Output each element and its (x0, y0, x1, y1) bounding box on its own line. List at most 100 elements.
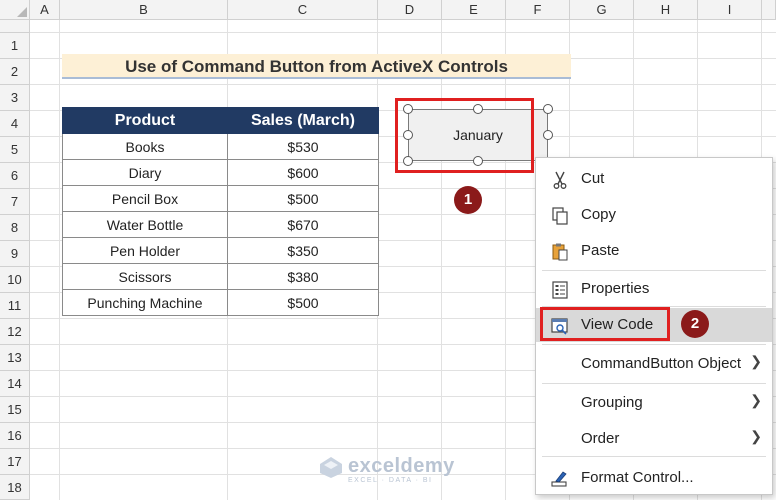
table-header-row: Product Sales (March) (62, 107, 379, 134)
product-cell[interactable]: Water Bottle (62, 211, 228, 238)
command-button-highlight (395, 98, 534, 173)
format-control-icon (550, 469, 570, 489)
table-row: Diary $600 (62, 159, 379, 186)
menu-separator (542, 344, 766, 345)
product-cell[interactable]: Scissors (62, 263, 228, 290)
menu-item-copy[interactable]: Copy (536, 198, 772, 232)
row-header-10[interactable]: 10 (0, 267, 30, 293)
row-header-15[interactable]: 15 (0, 397, 30, 423)
row-header-6[interactable]: 6 (0, 163, 30, 189)
menu-item-format-control[interactable]: Format Control... (536, 461, 772, 495)
sales-cell[interactable]: $350 (227, 237, 379, 264)
table-row: Pencil Box $500 (62, 185, 379, 212)
scissors-icon (550, 170, 570, 190)
sales-cell[interactable]: $670 (227, 211, 379, 238)
watermark-name: exceldemy (348, 455, 455, 477)
exceldemy-watermark: exceldemy EXCEL · DATA · BI (318, 455, 454, 484)
menu-item-commandbutton-object[interactable]: CommandButton Object ❯ (536, 347, 772, 381)
menu-label-format-control: Format Control... (581, 469, 694, 486)
header-sales[interactable]: Sales (March) (227, 107, 379, 134)
resize-handle[interactable] (543, 104, 553, 114)
menu-label-commandbutton-object: CommandButton Object (581, 355, 742, 372)
spreadsheet: A B C D E F G H I 1 2 3 4 5 6 7 8 9 10 1… (0, 0, 776, 500)
column-header-a[interactable]: A (30, 0, 60, 20)
gridline (30, 84, 776, 85)
row-header-14[interactable]: 14 (0, 371, 30, 397)
watermark-tagline: EXCEL · DATA · BI (348, 477, 433, 484)
row-header-18[interactable]: 18 (0, 475, 30, 500)
sales-cell[interactable]: $600 (227, 159, 379, 186)
gridline (441, 20, 442, 500)
menu-label-cut: Cut (581, 170, 605, 187)
row-header-2[interactable]: 2 (0, 59, 30, 85)
row-header-17[interactable]: 17 (0, 449, 30, 475)
resize-handle[interactable] (543, 130, 553, 140)
table-row: Water Bottle $670 (62, 211, 379, 238)
row-header-3[interactable]: 3 (0, 85, 30, 111)
menu-label-properties: Properties (581, 280, 650, 297)
menu-item-paste[interactable]: Paste (536, 234, 772, 268)
menu-item-grouping[interactable]: Grouping ❯ (536, 386, 772, 420)
table-row: Scissors $380 (62, 263, 379, 290)
table-row: Pen Holder $350 (62, 237, 379, 264)
row-header-partial (0, 20, 30, 33)
chevron-right-icon: ❯ (750, 353, 762, 369)
column-header-i[interactable]: I (698, 0, 762, 20)
view-code-highlight (540, 307, 670, 341)
product-cell[interactable]: Diary (62, 159, 228, 186)
select-all-corner[interactable] (0, 0, 30, 20)
sales-cell[interactable]: $380 (227, 263, 379, 290)
step-badge-1: 1 (454, 186, 482, 214)
column-header-c[interactable]: C (228, 0, 378, 20)
header-product[interactable]: Product (62, 107, 228, 134)
exceldemy-logo-icon (320, 457, 342, 478)
column-header-h[interactable]: H (634, 0, 698, 20)
row-header-7[interactable]: 7 (0, 189, 30, 215)
row-header-13[interactable]: 13 (0, 345, 30, 371)
chevron-right-icon: ❯ (750, 428, 762, 444)
column-header-f[interactable]: F (506, 0, 570, 20)
properties-icon (550, 280, 570, 300)
product-cell[interactable]: Punching Machine (62, 289, 228, 316)
paste-icon (550, 242, 570, 262)
sales-table: Product Sales (March) Books $530 Diary $… (62, 107, 379, 316)
menu-item-cut[interactable]: Cut (536, 162, 772, 196)
column-header-e[interactable]: E (442, 0, 506, 20)
row-header-16[interactable]: 16 (0, 423, 30, 449)
product-cell[interactable]: Books (62, 133, 228, 160)
column-header-overflow[interactable] (762, 0, 776, 20)
gridline (505, 20, 506, 500)
menu-label-order: Order (581, 430, 620, 447)
sales-cell[interactable]: $500 (227, 289, 379, 316)
product-cell[interactable]: Pen Holder (62, 237, 228, 264)
gridline (30, 32, 776, 33)
menu-item-order[interactable]: Order ❯ (536, 422, 772, 456)
sales-cell[interactable]: $500 (227, 185, 379, 212)
menu-item-properties[interactable]: Properties (536, 272, 772, 306)
menu-label-grouping: Grouping (581, 394, 643, 411)
column-header-b[interactable]: B (60, 0, 228, 20)
chevron-right-icon: ❯ (750, 392, 762, 408)
table-row: Punching Machine $500 (62, 289, 379, 316)
row-header-1[interactable]: 1 (0, 33, 30, 59)
menu-label-copy: Copy (581, 206, 617, 223)
menu-separator (542, 270, 766, 271)
menu-separator (542, 383, 766, 384)
row-header-8[interactable]: 8 (0, 215, 30, 241)
table-row: Books $530 (62, 133, 379, 160)
menu-label-paste: Paste (581, 242, 620, 259)
row-header-5[interactable]: 5 (0, 137, 30, 163)
step-badge-2: 2 (681, 310, 709, 338)
row-header-4[interactable]: 4 (0, 111, 30, 137)
product-cell[interactable]: Pencil Box (62, 185, 228, 212)
gridline (59, 20, 60, 500)
sheet-title: Use of Command Button from ActiveX Contr… (62, 54, 571, 79)
menu-separator (542, 456, 766, 457)
sales-cell[interactable]: $530 (227, 133, 379, 160)
row-header-9[interactable]: 9 (0, 241, 30, 267)
column-header-d[interactable]: D (378, 0, 442, 20)
row-header-12[interactable]: 12 (0, 319, 30, 345)
copy-icon (550, 206, 570, 226)
column-header-g[interactable]: G (570, 0, 634, 20)
row-header-11[interactable]: 11 (0, 293, 30, 319)
